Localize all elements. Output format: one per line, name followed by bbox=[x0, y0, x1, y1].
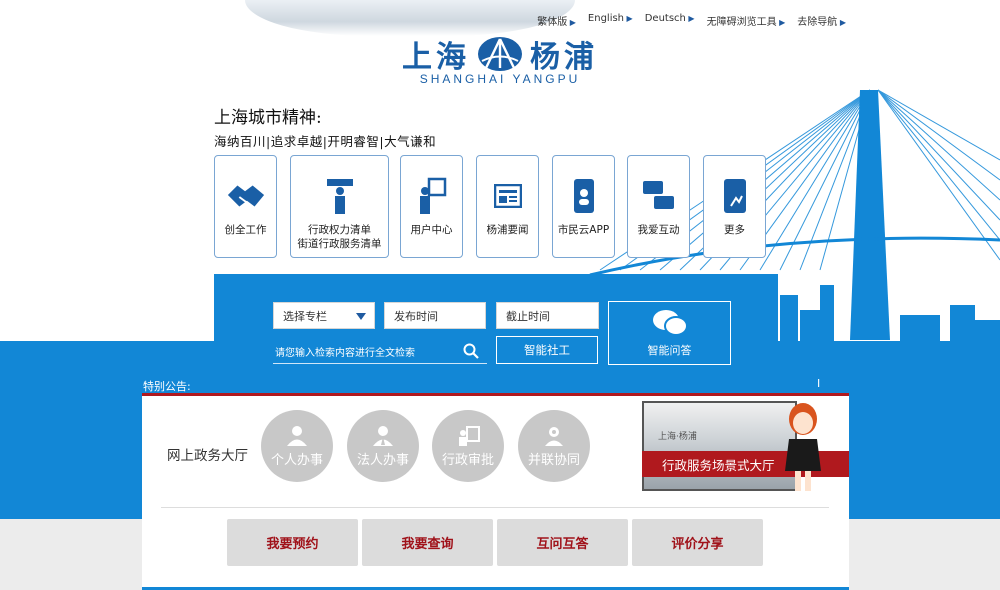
chat-icon bbox=[639, 176, 679, 216]
link-english[interactable]: English bbox=[588, 13, 633, 28]
online-hall-title: 网上政务大厅 bbox=[167, 448, 248, 464]
fulltext-search-input[interactable]: 请您输入检索内容进行全文检索 bbox=[273, 340, 487, 364]
joint-collaboration-button[interactable]: 并联协同 bbox=[518, 410, 590, 482]
tile-label: 我爱互动 bbox=[637, 224, 680, 236]
tile-label: 更多 bbox=[724, 224, 745, 236]
administrative-approval-button[interactable]: 行政审批 bbox=[432, 410, 504, 482]
tile-label: 市民云APP bbox=[557, 224, 610, 236]
appointment-button[interactable]: 我要预约 bbox=[227, 519, 358, 566]
publish-time-input[interactable]: 发布时间 bbox=[384, 302, 486, 329]
corporate-affairs-button[interactable]: 法人办事 bbox=[347, 410, 419, 482]
tile-label: 杨浦要闻 bbox=[486, 224, 529, 236]
hall-sign: 上海·杨浦 bbox=[658, 432, 697, 442]
link-remove-navigation[interactable]: 去除导航 bbox=[797, 13, 846, 28]
tile-creation-work[interactable]: 创全工作 bbox=[214, 155, 277, 258]
tile-citizen-cloud-app[interactable]: 市民云APP bbox=[552, 155, 615, 258]
smart-social-button[interactable]: 智能社工 bbox=[496, 336, 598, 364]
logo-text-left: 上海 bbox=[402, 40, 470, 75]
logo-text-right: 杨浦 bbox=[530, 40, 598, 75]
top-links: 繁体版 English Deutsch 无障碍浏览工具 去除导航 bbox=[537, 13, 846, 28]
city-spirit: 上海城市精神: 海纳百川|追求卓越|开明睿智|大气谦和 bbox=[214, 103, 436, 150]
phone-icon bbox=[564, 176, 604, 216]
tile-power-list[interactable]: 行政权力清单 街道行政服务清单 bbox=[290, 155, 389, 258]
guide-avatar bbox=[785, 403, 821, 491]
mutual-qa-button[interactable]: 互问互答 bbox=[497, 519, 628, 566]
city-spirit-title: 上海城市精神: bbox=[214, 108, 322, 128]
query-button[interactable]: 我要查询 bbox=[362, 519, 493, 566]
skyline-illustration bbox=[780, 285, 1000, 345]
tile-user-center[interactable]: 用户中心 bbox=[400, 155, 463, 258]
tile-label: 创全工作 bbox=[224, 224, 267, 236]
person-board-icon bbox=[320, 176, 360, 216]
corporate-person-icon bbox=[373, 425, 393, 446]
tile-label-line1: 行政权力清单 bbox=[308, 224, 371, 236]
hall-photo: 上海·杨浦 bbox=[642, 401, 797, 491]
evaluation-share-button[interactable]: 评价分享 bbox=[632, 519, 763, 566]
search-icon[interactable] bbox=[463, 343, 479, 359]
link-deutsch[interactable]: Deutsch bbox=[645, 13, 695, 28]
handshake-icon bbox=[226, 176, 266, 216]
person-icon bbox=[287, 425, 307, 446]
bridge-emblem-icon bbox=[478, 37, 522, 71]
collaboration-icon bbox=[545, 426, 563, 446]
end-time-input[interactable]: 截止时间 bbox=[496, 302, 599, 329]
notice-marker: I bbox=[817, 377, 821, 390]
tile-label-line2: 街道行政服务清单 bbox=[297, 237, 382, 250]
service-hall-banner[interactable]: 上海·杨浦 行政服务场景式大厅 bbox=[642, 401, 849, 491]
tile-interaction[interactable]: 我爱互动 bbox=[627, 155, 690, 258]
chat-bubbles-icon bbox=[652, 310, 688, 336]
city-spirit-subtitle: 海纳百川|追求卓越|开明睿智|大气谦和 bbox=[214, 134, 437, 149]
tablet-icon bbox=[715, 176, 755, 216]
header-decoration bbox=[245, 0, 575, 36]
tile-yangpu-news[interactable]: 杨浦要闻 bbox=[476, 155, 539, 258]
column-select[interactable]: 选择专栏 bbox=[273, 302, 375, 329]
personal-affairs-button[interactable]: 个人办事 bbox=[261, 410, 333, 482]
panel-divider bbox=[161, 507, 829, 508]
special-notice-label: 特别公告: bbox=[143, 380, 191, 393]
link-accessibility-tools[interactable]: 无障碍浏览工具 bbox=[707, 13, 786, 28]
news-icon bbox=[488, 176, 528, 216]
smart-qa-button[interactable]: 智能问答 bbox=[608, 301, 731, 365]
user-board-icon bbox=[412, 176, 452, 216]
tile-more[interactable]: 更多 bbox=[703, 155, 766, 258]
link-traditional-chinese[interactable]: 繁体版 bbox=[537, 13, 576, 28]
tile-label: 用户中心 bbox=[410, 224, 453, 236]
approval-icon bbox=[459, 425, 480, 446]
